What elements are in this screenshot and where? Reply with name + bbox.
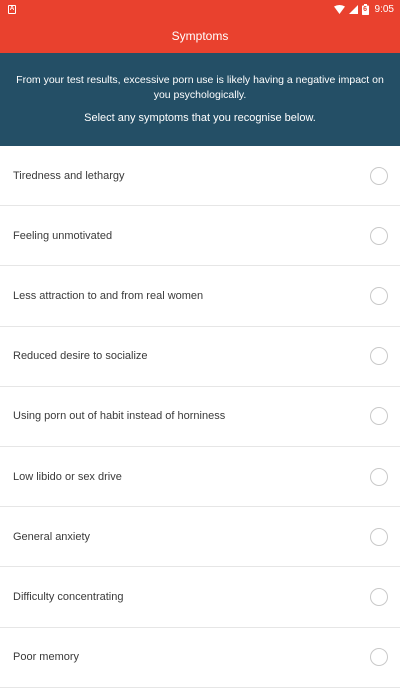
symptom-item-anxiety[interactable]: General anxiety — [0, 507, 400, 568]
radio-button[interactable] — [370, 407, 388, 426]
symptom-label: General anxiety — [13, 530, 91, 543]
symptom-label: Using porn out of habit instead of horni… — [13, 410, 226, 423]
page-title: Symptoms — [171, 28, 229, 43]
radio-button[interactable] — [370, 587, 388, 606]
symptom-item-low-libido[interactable]: Low libido or sex drive — [0, 447, 400, 508]
signal-icon — [348, 4, 358, 14]
symptom-item-habit[interactable]: Using porn out of habit instead of horni… — [0, 387, 400, 447]
symptom-label: Less attraction to and from real women — [13, 289, 204, 302]
status-bar: A 6 9:05 — [0, 0, 400, 18]
intro-message: From your test results, excessive porn u… — [16, 74, 384, 101]
intro-banner: From your test results, excessive porn u… — [0, 53, 400, 146]
symptom-list: Tiredness and lethargy Feeling unmotivat… — [0, 146, 400, 688]
radio-button[interactable] — [370, 286, 388, 305]
symptom-label: Difficulty concentrating — [13, 590, 124, 603]
radio-button[interactable] — [370, 226, 388, 245]
wifi-icon — [333, 4, 345, 14]
symptom-item-concentrating[interactable]: Difficulty concentrating — [0, 567, 400, 628]
notification-icon: A — [8, 4, 16, 14]
symptom-label: Tiredness and lethargy — [13, 169, 125, 182]
symptom-label: Poor memory — [13, 651, 80, 664]
symptom-label: Feeling unmotivated — [13, 229, 113, 242]
battery-level: 6 — [363, 5, 367, 13]
radio-button[interactable] — [370, 527, 388, 546]
symptom-label: Low libido or sex drive — [13, 470, 122, 483]
symptom-item-poor-memory[interactable]: Poor memory — [0, 628, 400, 688]
radio-button[interactable] — [370, 347, 388, 366]
radio-button[interactable] — [370, 648, 388, 667]
symptom-label: Reduced desire to socialize — [13, 350, 148, 363]
app-bar: Symptoms — [0, 18, 400, 53]
symptom-item-tiredness[interactable]: Tiredness and lethargy — [0, 146, 400, 207]
symptom-item-unmotivated[interactable]: Feeling unmotivated — [0, 206, 400, 267]
radio-button[interactable] — [370, 467, 388, 486]
battery-icon: 6 — [361, 3, 369, 15]
intro-instruction: Select any symptoms that you recognise b… — [84, 112, 316, 124]
symptom-item-less-attraction[interactable]: Less attraction to and from real women — [0, 266, 400, 327]
symptom-item-reduced-socialize[interactable]: Reduced desire to socialize — [0, 327, 400, 387]
radio-button[interactable] — [370, 166, 388, 185]
status-clock: 9:05 — [374, 3, 394, 15]
